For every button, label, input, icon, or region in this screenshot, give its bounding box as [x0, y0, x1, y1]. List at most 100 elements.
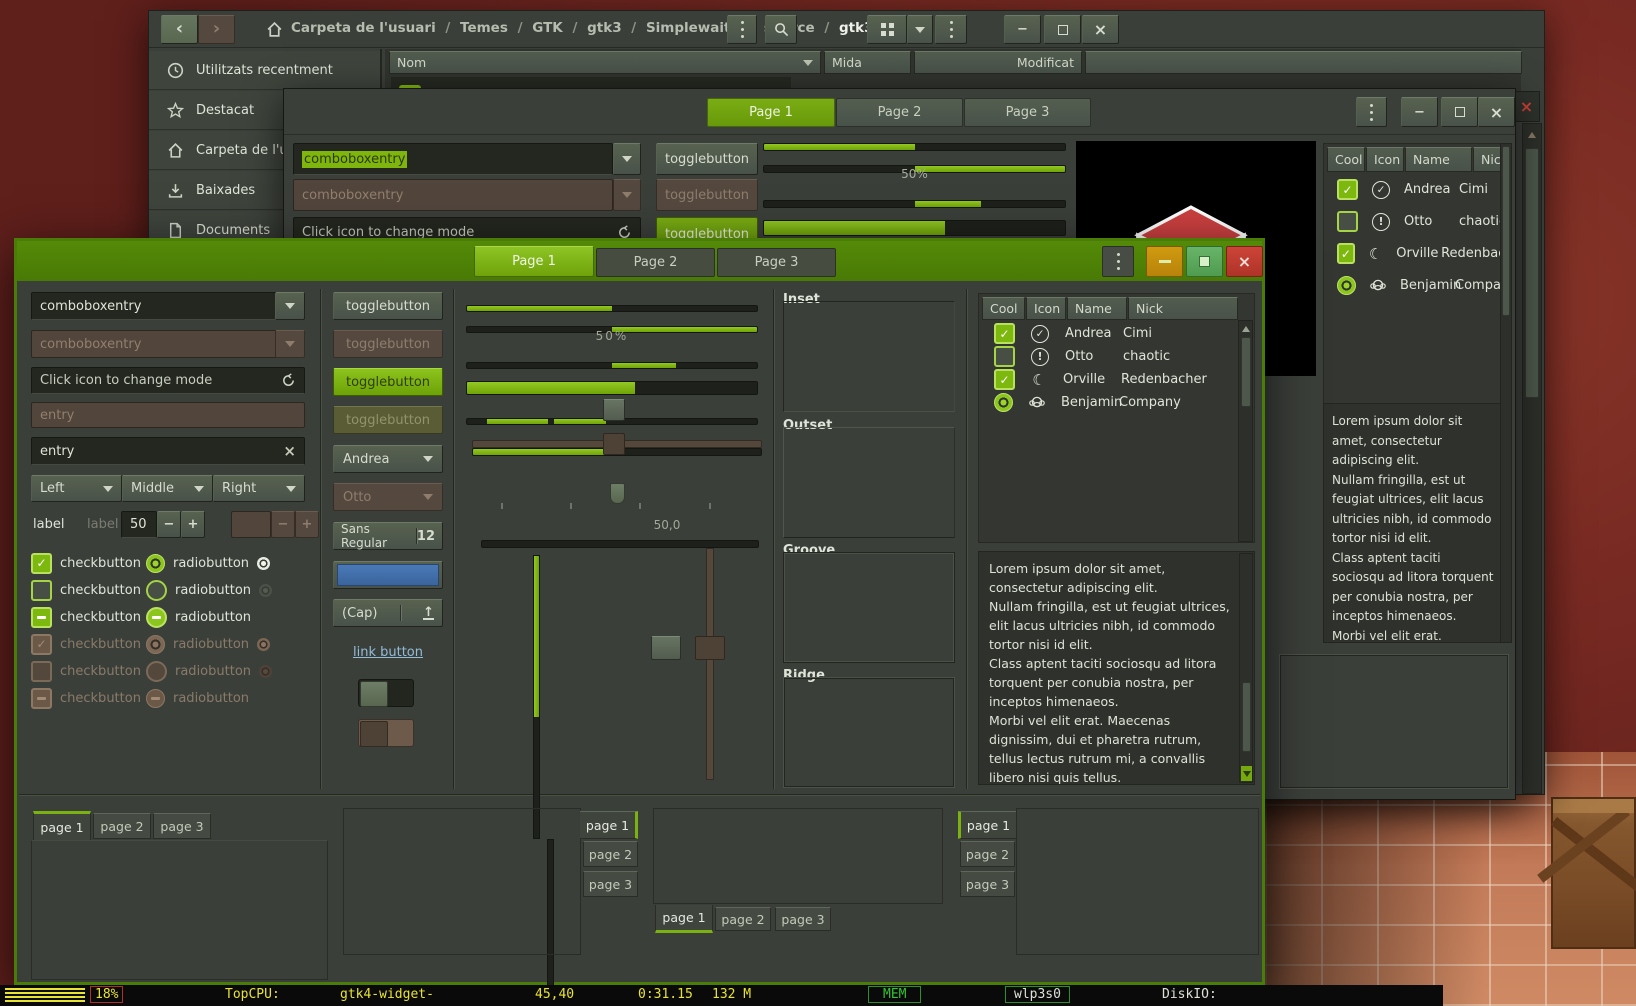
mini-radio-unselected[interactable]	[259, 584, 272, 597]
file-chooser-button[interactable]: (Cap) ↑	[333, 599, 443, 627]
gtk3-minimize-button[interactable]: −	[1401, 97, 1438, 127]
column-header-modified[interactable]: Modificat	[914, 51, 1082, 74]
row-radio-selected[interactable]	[1337, 276, 1356, 295]
tree-header-nick[interactable]: Nick	[1128, 297, 1238, 320]
tree-row[interactable]: ✓ ☾ Orville Redenbacher	[982, 368, 1252, 391]
radiobutton-label[interactable]: radiobutton	[173, 556, 257, 571]
checkbox-checked[interactable]: ✓	[31, 553, 52, 574]
scrollbar-thumb[interactable]	[1525, 148, 1539, 398]
notebook-right-tab-page2[interactable]: page 2	[583, 841, 638, 867]
radio-mixed[interactable]	[146, 607, 167, 628]
radio-selected[interactable]	[146, 554, 165, 573]
spin-minus-button[interactable]: −	[157, 511, 181, 538]
breadcrumb-segment[interactable]: Temes	[460, 20, 508, 36]
entry[interactable]: entry ×	[31, 437, 305, 465]
gtk3-comboboxentry[interactable]: comboboxentry	[293, 143, 613, 175]
spinbutton-value[interactable]: 50	[121, 511, 157, 538]
tree-row[interactable]: ! Otto chaotic	[1327, 206, 1509, 237]
breadcrumb-segment[interactable]: Carpeta de l'usuari	[291, 20, 436, 36]
row-checkbox-unchecked[interactable]	[994, 346, 1015, 367]
gtk4-minimize-button[interactable]	[1146, 246, 1183, 277]
breadcrumb-segment[interactable]: Simplewaita	[646, 20, 740, 36]
mini-radio-selected[interactable]	[257, 557, 270, 570]
notebook-top-tab-page2[interactable]: page 2	[93, 813, 151, 839]
breadcrumb-segment[interactable]: GTK	[532, 20, 563, 36]
scrollbar-thumb[interactable]	[1242, 682, 1251, 752]
maximize-button[interactable]	[1044, 15, 1081, 44]
file-list-scrollbar[interactable]	[1522, 123, 1542, 794]
scrollbar-thumb[interactable]	[1502, 146, 1510, 316]
tree-header-icon[interactable]: Icon	[1366, 147, 1404, 172]
gtk3-textview[interactable]: Lorem ipsum dolor sit amet, consectetur …	[1323, 403, 1503, 643]
close-button[interactable]: ×	[1082, 15, 1119, 44]
font-button[interactable]: Sans Regular 12	[333, 522, 443, 550]
tree-header-icon[interactable]: Icon	[1026, 297, 1066, 320]
gtk4-tab-page2[interactable]: Page 2	[596, 248, 715, 277]
row-checkbox-checked[interactable]: ✓	[994, 369, 1015, 390]
combobox[interactable]: Andrea	[333, 445, 443, 473]
tree-row[interactable]: ✓ ✓ Andrea Cimi	[982, 322, 1252, 345]
tree-header-cool[interactable]: Cool	[982, 297, 1025, 320]
scroll-up-button[interactable]	[1241, 323, 1251, 335]
togglebutton-active[interactable]: togglebutton	[333, 368, 443, 396]
vertical-scale-handle[interactable]	[651, 636, 681, 660]
gtk3-comboboxentry-dropdown[interactable]	[613, 143, 641, 175]
notebook-bottom-tab-page1[interactable]: page 1	[655, 905, 713, 933]
tree-row[interactable]: Benjamin Company	[982, 391, 1252, 414]
scale-with-marks[interactable]	[481, 540, 759, 548]
checkbox-mixed[interactable]	[31, 607, 52, 628]
checkbutton-label[interactable]: checkbutton	[60, 610, 146, 625]
menu-kebab-button[interactable]	[727, 15, 757, 44]
notebook-bottom-tab-page2[interactable]: page 2	[715, 907, 771, 931]
view-dropdown-button[interactable]	[907, 15, 933, 44]
gtk3-tab-page1[interactable]: Page 1	[707, 98, 835, 127]
row-checkbox-unchecked[interactable]	[1337, 211, 1358, 232]
gtk3-tab-page2[interactable]: Page 2	[836, 98, 963, 127]
refresh-icon[interactable]	[281, 373, 296, 388]
color-button[interactable]	[333, 561, 443, 589]
link-button[interactable]: link button	[333, 641, 443, 660]
minimize-button[interactable]: −	[1004, 15, 1041, 44]
switch-off[interactable]	[358, 679, 414, 707]
notebook-top-tab-page1[interactable]: page 1	[33, 811, 91, 841]
row-radio-selected[interactable]	[994, 393, 1013, 412]
tree-row[interactable]: ! Otto chaotic	[982, 345, 1252, 368]
gtk3-togglebutton[interactable]: togglebutton	[656, 143, 758, 175]
tree-header-cool[interactable]: Cool	[1327, 147, 1365, 172]
dropdown-middle[interactable]: Middle	[122, 475, 213, 502]
gtk4-tab-page3[interactable]: Page 3	[717, 248, 836, 277]
back-button[interactable]: ‹	[161, 15, 198, 44]
notification-close-button[interactable]: ×	[1513, 91, 1540, 122]
notebook-bottom-tab-page3[interactable]: page 3	[775, 907, 831, 931]
togglebutton[interactable]: togglebutton	[333, 292, 443, 320]
gtk3-pane-scrollbar[interactable]	[1500, 143, 1512, 643]
gtk3-maximize-button[interactable]	[1441, 97, 1478, 127]
notebook-left-tab-page1[interactable]: page 1	[958, 811, 1016, 839]
checkbox-unchecked[interactable]	[31, 580, 52, 601]
text-scrollbar[interactable]	[1239, 553, 1253, 783]
scrollbar-thumb[interactable]	[1241, 337, 1251, 407]
checkbutton-label[interactable]: checkbutton	[60, 556, 146, 571]
spin-plus-button[interactable]: +	[181, 511, 205, 538]
menu-lines-icon[interactable]	[5, 988, 85, 1003]
notebook-right-tab-page3[interactable]: page 3	[583, 871, 638, 897]
gtk3-close-button[interactable]: ×	[1478, 97, 1515, 127]
scale-marks-handle[interactable]	[610, 483, 625, 504]
scroll-down-button[interactable]	[1241, 766, 1252, 781]
tree-header-name[interactable]: Name	[1067, 297, 1127, 320]
tree-row[interactable]: ✓ ☾ Orville Redenbacher	[1327, 238, 1509, 269]
notebook-left-tab-page3[interactable]: page 3	[960, 871, 1015, 897]
gtk4-tab-page1[interactable]: Page 1	[474, 246, 594, 277]
window-menu-kebab-button[interactable]	[935, 15, 967, 44]
sidebar-item-recent[interactable]: Utilitzats recentment	[149, 51, 380, 90]
notebook-left-tab-page2[interactable]: page 2	[960, 841, 1015, 867]
column-header-size[interactable]: Mida	[824, 51, 911, 74]
tree-row[interactable]: Benjamin Company	[1327, 270, 1509, 301]
gtk4-maximize-button[interactable]	[1186, 246, 1223, 277]
radiobutton-label[interactable]: radiobutton	[175, 610, 259, 625]
checkbutton-label[interactable]: checkbutton	[60, 583, 146, 598]
radiobutton-label[interactable]: radiobutton	[175, 583, 259, 598]
row-checkbox-checked[interactable]: ✓	[994, 323, 1015, 344]
mode-entry[interactable]: Click icon to change mode	[31, 367, 305, 394]
comboboxentry[interactable]: comboboxentry	[31, 292, 277, 320]
